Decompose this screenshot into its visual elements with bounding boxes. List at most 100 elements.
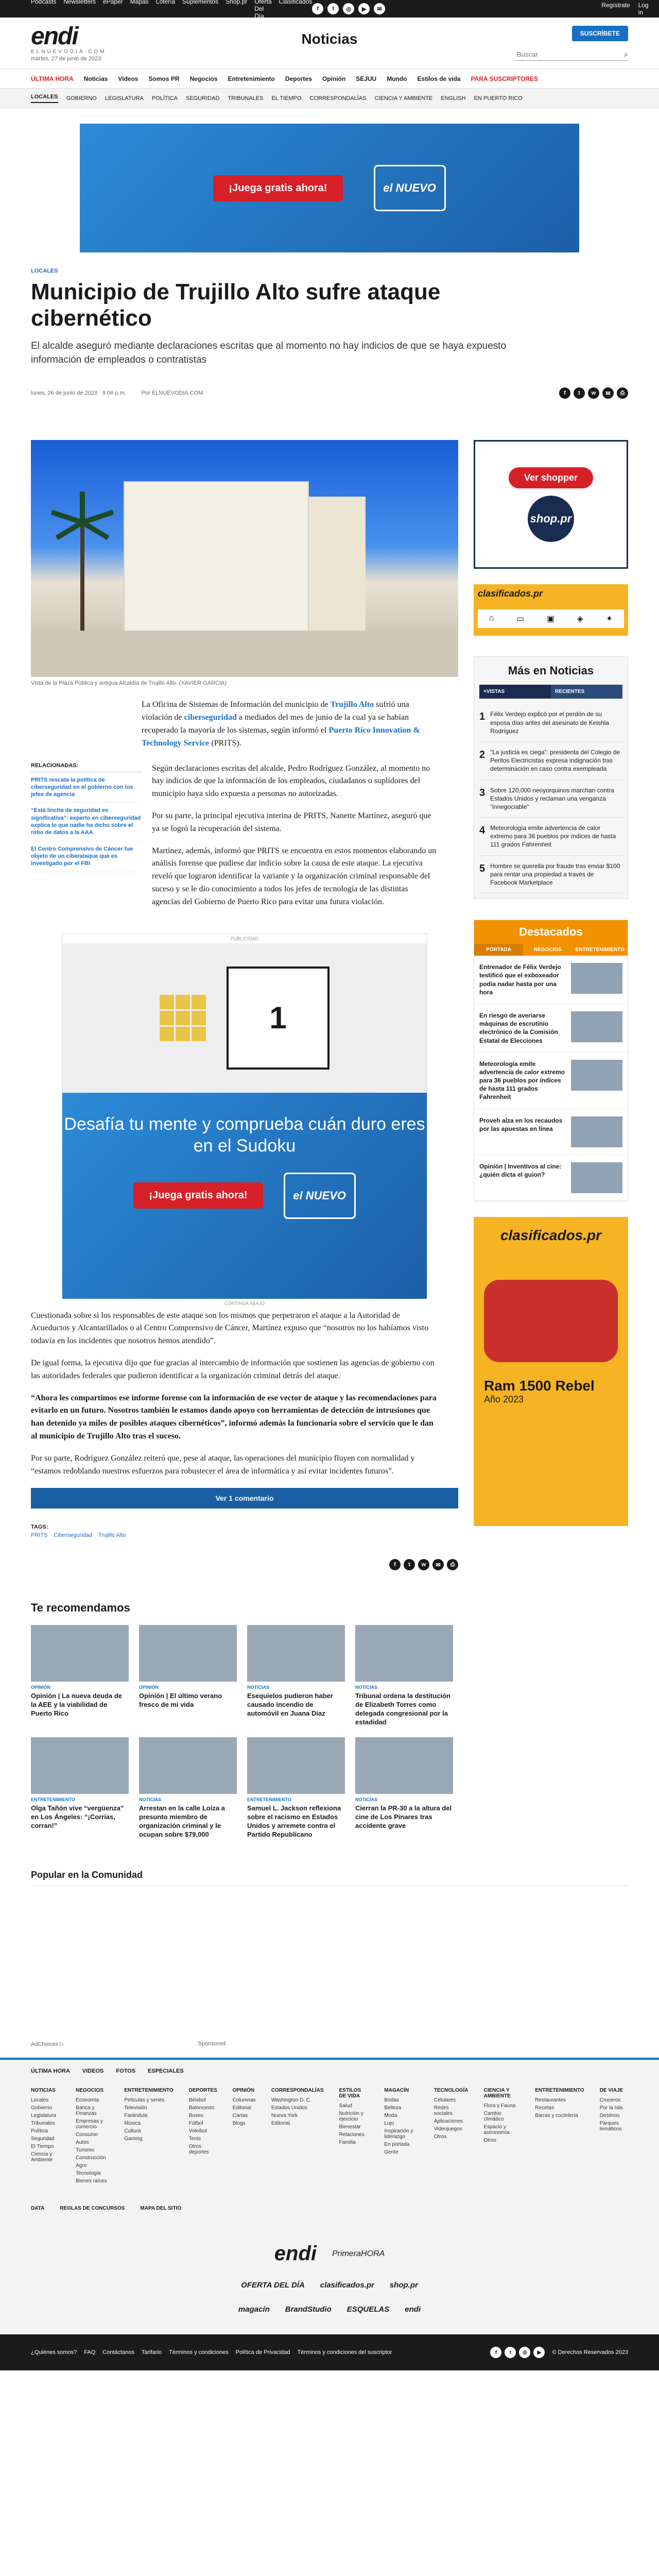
tab-vistas[interactable]: +VISTAS: [479, 685, 551, 699]
clasificados-ad-big[interactable]: clasificados.pr Ram 1500 Rebel Año 2023: [474, 1216, 628, 1526]
footer-column-link[interactable]: Autos: [76, 2139, 109, 2146]
subnav-en-pr[interactable]: EN PUERTO RICO: [474, 95, 523, 101]
tag-link[interactable]: Trujillo Alto: [98, 1532, 126, 1538]
search-input[interactable]: [515, 48, 625, 60]
footer-link[interactable]: MAPA DEL SITIO: [140, 2206, 181, 2211]
footer-column-heading[interactable]: ENTRETENIMIENTO: [535, 2088, 584, 2093]
comments-button[interactable]: Ver 1 comentario: [31, 1488, 458, 1509]
footer-column-link[interactable]: Otros: [434, 2133, 469, 2141]
subnav-english[interactable]: ENGLISH: [441, 95, 465, 101]
footer-column-link[interactable]: Legislatura: [31, 2112, 60, 2120]
subnav-ciencia[interactable]: CIENCIA Y AMBIENTE: [375, 95, 433, 101]
footer-column-link[interactable]: Fútbol: [189, 2120, 217, 2127]
footer-column-link[interactable]: Otros deportes: [189, 2143, 217, 2156]
destacado-item[interactable]: Entrenador de Félix Verdejo testificó qu…: [474, 956, 628, 1004]
footer-column-link[interactable]: Bienestar: [339, 2123, 369, 2131]
footer-column-link[interactable]: Televisión: [124, 2104, 173, 2112]
footer-column-link[interactable]: Videojuegos: [434, 2125, 469, 2133]
article-author[interactable]: Por ELNUEVODIA.COM: [142, 390, 203, 396]
footer-column-link[interactable]: Ciencia y Ambiente: [31, 2150, 60, 2164]
footer-column-link[interactable]: Gente: [384, 2148, 418, 2156]
tab-entretenimiento[interactable]: ENTRETENIMIENTO: [573, 944, 628, 956]
login-link[interactable]: Log in: [638, 2, 649, 16]
nav-negocios[interactable]: Negocios: [190, 75, 218, 82]
util-link-mapas[interactable]: Mapas: [130, 0, 149, 20]
footer-column-link[interactable]: Tenis: [189, 2135, 217, 2143]
instagram-icon[interactable]: ◎: [519, 2347, 531, 2359]
footer-endi-logo[interactable]: endi: [274, 2242, 317, 2265]
search-icon[interactable]: ⌕: [624, 50, 628, 59]
footer-column-heading[interactable]: NOTICIAS: [31, 2088, 60, 2093]
bottom-link[interactable]: FAQ: [84, 2349, 95, 2355]
footer-link[interactable]: REGLAS DE CONCURSOS: [60, 2206, 125, 2211]
footer-column-link[interactable]: Agro: [76, 2162, 109, 2170]
sudoku-ad[interactable]: PUBLICIDAD 1 Desafía tu mente y comprueb…: [62, 933, 427, 1306]
subnav-gobierno[interactable]: GOBIERNO: [66, 95, 97, 101]
ad-banner[interactable]: ¡Juega gratis ahora! el NUEVO: [80, 124, 579, 252]
print-icon[interactable]: ⎙: [447, 1559, 458, 1571]
facebook-icon[interactable]: f: [559, 387, 570, 399]
footer-column-link[interactable]: En portada: [384, 2141, 418, 2148]
list-item[interactable]: 4 Meteorología emite advertencia de calor…: [479, 818, 622, 856]
nav-sejuu[interactable]: SEJUU: [356, 75, 376, 82]
footer-column-link[interactable]: Cultura: [124, 2127, 173, 2135]
footer-column-link[interactable]: Inspiración y liderazgo: [384, 2127, 418, 2141]
nav-suscriptores[interactable]: PARA SUSCRIPTORES: [471, 75, 538, 82]
footer-column-link[interactable]: Política: [31, 2127, 60, 2135]
rec-card[interactable]: OPINIÓN Opinión | El último verano fresco…: [139, 1625, 237, 1727]
brand-logo[interactable]: clasificados.pr: [320, 2281, 374, 2290]
nav-mundo[interactable]: Mundo: [387, 75, 407, 82]
footer-column-link[interactable]: Boxeo: [189, 2112, 217, 2120]
list-item[interactable]: 1 Félix Verdejo explicó por el perdón de …: [479, 704, 622, 742]
clasificados-ad-small[interactable]: clasificados.pr ⌂ ▭ ▣ ◈ ✦: [474, 584, 628, 636]
site-logo[interactable]: endi ELNUEVODIA.COM martes, 27 de junio …: [31, 24, 107, 62]
email-icon[interactable]: ✉: [374, 3, 386, 14]
footer-primera-hora-logo[interactable]: PrimeraHORA: [332, 2249, 385, 2259]
footer-column-link[interactable]: Por la Isla: [600, 2104, 628, 2112]
twitter-icon[interactable]: t: [404, 1559, 415, 1571]
footer-link[interactable]: ESPECIALES: [148, 2068, 184, 2074]
footer-link[interactable]: FOTOS: [116, 2068, 135, 2074]
footer-column-link[interactable]: Destinos: [600, 2112, 628, 2120]
footer-column-link[interactable]: Moda: [384, 2112, 418, 2120]
subnav-corresponsalias[interactable]: CORRESPONDALÍAS: [310, 95, 367, 101]
footer-column-link[interactable]: Voleibol: [189, 2127, 217, 2135]
destacado-item[interactable]: Meteorología emite advertencia de calor …: [474, 1053, 628, 1109]
nav-somos-pr[interactable]: Somos PR: [148, 75, 179, 82]
footer-column-link[interactable]: Barras y coctelería: [535, 2112, 584, 2120]
footer-column-link[interactable]: Empresas y comercio: [76, 2117, 109, 2131]
footer-column-link[interactable]: Otros: [484, 2137, 520, 2144]
facebook-icon[interactable]: f: [490, 2347, 502, 2359]
footer-column-link[interactable]: Columnas: [233, 2096, 256, 2104]
util-link-suplementos[interactable]: Suplementos: [182, 0, 218, 20]
footer-column-heading[interactable]: TECNOLOGÍA: [434, 2088, 469, 2093]
footer-column-link[interactable]: Relaciones: [339, 2131, 369, 2139]
rec-card[interactable]: OPINIÓN Opinión | La nueva deuda de la AE…: [31, 1625, 129, 1727]
destacado-item[interactable]: En riesgo de averiarse máquinas de escru…: [474, 1004, 628, 1053]
util-link-clasificados[interactable]: Clasificados: [279, 0, 313, 20]
footer-column-link[interactable]: Parques temáticos: [600, 2120, 628, 2133]
tag-link[interactable]: Ciberseguridad: [54, 1532, 92, 1538]
facebook-icon[interactable]: f: [389, 1559, 401, 1571]
twitter-icon[interactable]: t: [505, 2347, 516, 2359]
facebook-icon[interactable]: f: [312, 3, 324, 14]
footer-column-link[interactable]: Construcción: [76, 2154, 109, 2162]
util-link-oferta[interactable]: Oferta Del Día: [254, 0, 271, 20]
tab-portada[interactable]: PORTADA: [474, 944, 524, 956]
footer-column-heading[interactable]: DEPORTES: [189, 2088, 217, 2093]
footer-column-link[interactable]: Locales: [31, 2096, 60, 2104]
footer-column-link[interactable]: Béisbol: [189, 2096, 217, 2104]
bottom-link[interactable]: Tarifario: [142, 2349, 162, 2355]
rec-card[interactable]: NOTICIAS Arrestan en la calle Loíza a pre…: [139, 1737, 237, 1839]
nav-ultima-hora[interactable]: ÚLTIMA HORA: [31, 75, 74, 82]
briefcase-icon[interactable]: ▣: [547, 614, 554, 624]
util-link-loteria[interactable]: Lotería: [156, 0, 175, 20]
footer-column-link[interactable]: Seguridad: [31, 2135, 60, 2143]
nav-noticias[interactable]: Noticias: [84, 75, 108, 82]
related-item[interactable]: “Está lincha de seguridad es significati…: [31, 803, 142, 841]
tag-icon[interactable]: ◈: [577, 614, 583, 624]
brand-logo[interactable]: endi: [405, 2305, 421, 2314]
bottom-link[interactable]: Política de Privacidad: [236, 2349, 290, 2355]
util-link-newsletters[interactable]: Newsletters: [63, 0, 96, 20]
footer-link[interactable]: ÚLTIMA HORA: [31, 2068, 70, 2074]
